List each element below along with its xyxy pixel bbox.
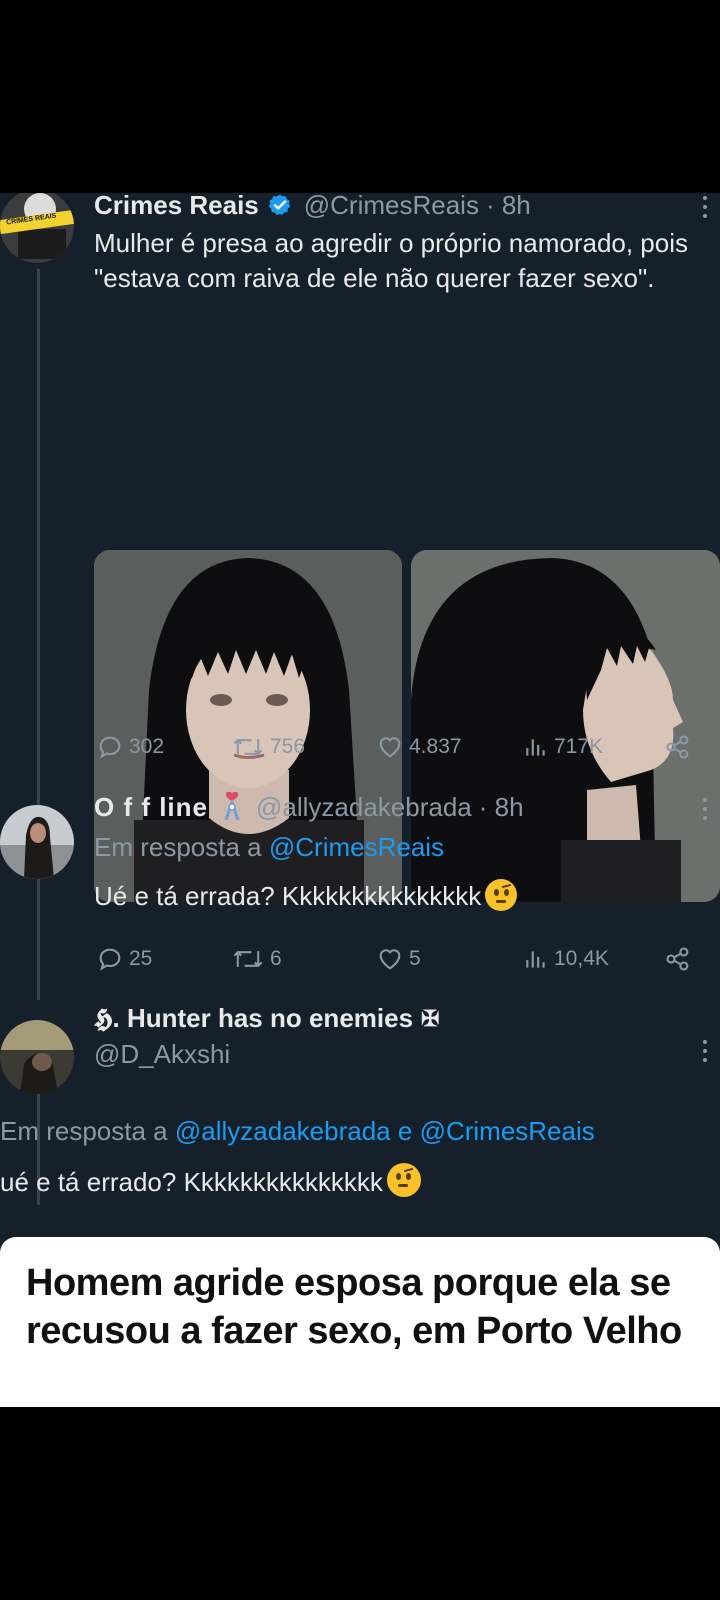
timeline-screen: CRIMES REAIS Crimes Reais @CrimesReais ·… [0,193,720,1405]
reply-button[interactable]: 302 [96,733,164,761]
views-icon [523,733,549,761]
reply1-text: Ué e tá errada? Kkkkkkkkkkkkkkk [94,881,482,911]
avatar-offline[interactable] [0,805,74,879]
reply2-header: 𝕳. Hunter has no enemies ✠ [94,1001,439,1037]
views-icon [523,945,549,973]
reply2-text: ué e tá errado? Kkkkkkkkkkkkkkk [0,1167,383,1197]
tweet-text: Mulher é presa ao agredir o próprio namo… [94,228,689,293]
reply-count: 25 [129,947,153,970]
share-button[interactable] [664,733,692,761]
tweet-actions: 302 756 4.837 717K [96,733,696,763]
reply1-mention[interactable]: @CrimesReais [269,832,444,862]
author-name[interactable]: Crimes Reais [94,193,259,221]
views-count: 10,4K [554,947,609,970]
reply2-mention-2[interactable]: @CrimesReais [420,1116,595,1146]
reply2-reply-prefix: Em resposta a [0,1116,168,1146]
like-count: 4.837 [409,735,462,758]
retweet-icon [231,733,265,761]
reply1-handle[interactable]: @allyzadakebrada [256,792,472,823]
reply1-time: · 8h [478,791,524,822]
news-headline: Homem agride esposa porque ela se recuso… [26,1262,682,1352]
reply2-context: Em resposta a @allyzadakebrada e @Crimes… [0,1114,595,1148]
reply1-header: O f f line @allyzadakebrada · 8h [94,789,524,825]
share-icon [664,945,692,973]
retweet-icon [231,945,265,973]
raised-eyebrow-emoji-icon [386,1163,421,1197]
retweet-button[interactable]: 6 [231,945,282,973]
author-handle[interactable]: @CrimesReais [304,193,479,221]
reply2-mention-1[interactable]: @allyzadakebrada [175,1116,391,1146]
thread-line [37,875,40,1000]
reply2-and: e [397,1116,413,1146]
views-count: 717K [554,735,604,758]
heart-ribbon-icon [222,791,242,822]
reply-count: 302 [129,735,165,758]
avatar-hunter[interactable] [0,1020,74,1094]
tweet-photo-profile[interactable] [411,550,720,902]
reply1-context: Em resposta a @CrimesReais [94,830,444,864]
reply2-author-suffix: ✠ [421,1006,440,1031]
more-icon[interactable] [702,196,708,223]
views-button[interactable]: 717K [523,733,603,761]
reply-button[interactable]: 25 [96,945,152,973]
reply2-text-row: ué e tá errado? Kkkkkkkkkkkkkkk [0,1163,421,1200]
tweet-time: · 8h [485,193,531,220]
news-card[interactable]: Homem agride esposa porque ela se recuso… [0,1237,720,1407]
like-button[interactable]: 5 [376,945,421,973]
retweet-button[interactable]: 756 [231,733,305,761]
reply1-author-name[interactable]: O f f line [94,792,208,823]
like-icon [376,945,404,973]
reply1-reply-prefix: Em resposta a [94,832,262,862]
like-count: 5 [409,947,421,970]
raised-eyebrow-emoji-icon [485,879,518,911]
verified-icon [268,193,292,217]
avatar-crimes-reais[interactable]: CRIMES REAIS [0,193,74,263]
reply2-handle[interactable]: @D_Akxshi [94,1039,230,1070]
reply2-author-name[interactable]: 𝕳. Hunter has no enemies [94,1003,413,1035]
like-button[interactable]: 4.837 [376,733,462,761]
share-icon [664,733,692,761]
reply1-text-row: Ué e tá errada? Kkkkkkkkkkkkkkk [94,879,518,914]
like-icon [376,733,404,761]
retweet-count: 756 [270,735,306,758]
reply-icon [96,733,124,761]
reply1-actions: 25 6 5 10,4K [96,945,696,975]
tweet-header: Crimes Reais @CrimesReais · 8h [94,193,531,223]
share-button[interactable] [664,945,692,973]
more-icon[interactable] [702,1040,708,1067]
views-button[interactable]: 10,4K [523,945,609,973]
retweet-count: 6 [270,947,282,970]
reply-icon [96,945,124,973]
more-icon[interactable] [702,798,708,825]
